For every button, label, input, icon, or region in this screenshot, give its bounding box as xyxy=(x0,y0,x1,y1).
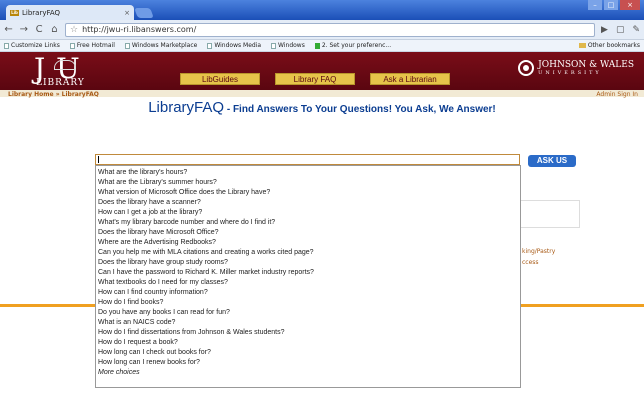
suggestion-item[interactable]: Does the library have group study rooms? xyxy=(97,258,520,268)
page-menu-icon[interactable]: ▢ xyxy=(616,25,625,35)
libanswers-favicon-icon: Lib xyxy=(10,9,19,16)
question-search-input[interactable] xyxy=(95,154,520,165)
browser-toolbar: ← → C ⌂ ☆ http://jwu-ri.libanswers.com/ … xyxy=(0,20,644,40)
jwu-university-logo[interactable]: JOHNSON & WALES UNIVERSITY xyxy=(518,60,634,76)
page-icon xyxy=(207,42,213,49)
suggestion-item[interactable]: Can I have the password to Richard K. Mi… xyxy=(97,268,520,278)
window-controls: – □ × xyxy=(588,0,640,10)
background-link[interactable]: king/Pastry xyxy=(522,248,555,255)
breadcrumb[interactable]: Library Home » LibraryFAQ xyxy=(8,91,99,98)
open-book-icon xyxy=(54,60,76,70)
suggestion-item[interactable]: How can I find country information? xyxy=(97,288,520,298)
page-icon xyxy=(4,42,9,49)
suggestion-item[interactable]: Does the library have Microsoft Office? xyxy=(97,228,520,238)
bookmark-item[interactable]: Windows Marketplace xyxy=(124,42,197,49)
address-bar[interactable]: ☆ http://jwu-ri.libanswers.com/ xyxy=(65,22,595,37)
university-seal-icon xyxy=(518,60,535,76)
bookmark-item[interactable]: Customize Links xyxy=(4,42,60,49)
bookmarks-bar: Customize Links Free Hotmail Windows Mar… xyxy=(0,40,644,52)
page-icon xyxy=(271,42,277,49)
suggestion-item[interactable]: How do I find dissertations from Johnson… xyxy=(97,328,520,338)
wrench-icon[interactable]: ✎ xyxy=(632,25,640,35)
more-choices-link[interactable]: More choices xyxy=(97,368,520,378)
suggestion-item[interactable]: Can you help me with MLA citations and c… xyxy=(97,248,520,258)
bookmark-item[interactable]: Windows Media xyxy=(207,42,261,49)
suggestion-item[interactable]: How do I find books? xyxy=(97,298,520,308)
browser-tab[interactable]: Lib LibraryFAQ × xyxy=(6,5,134,20)
suggestion-item[interactable]: Do you have any books I can read for fun… xyxy=(97,308,520,318)
folder-icon xyxy=(578,43,586,48)
suggestion-item[interactable]: What's my library barcode number and whe… xyxy=(97,218,520,228)
home-icon[interactable]: ⌂ xyxy=(50,24,59,35)
suggestion-item[interactable]: What are the library's hours? xyxy=(97,168,520,178)
suggestion-item[interactable]: Where are the Advertising Redbooks? xyxy=(97,238,520,248)
page-icon xyxy=(69,42,75,49)
bookmark-star-icon[interactable]: ☆ xyxy=(70,25,78,35)
reload-icon[interactable]: C xyxy=(35,24,44,35)
minimize-icon[interactable]: – xyxy=(588,0,602,10)
suggestion-item[interactable]: What textbooks do I need for my classes? xyxy=(97,278,520,288)
other-bookmarks[interactable]: Other bookmarks xyxy=(578,42,640,49)
forward-arrow-icon[interactable]: → xyxy=(19,24,28,35)
suggestion-item[interactable]: How do I request a book? xyxy=(97,338,520,348)
suggestion-item[interactable]: What version of Microsoft Office does th… xyxy=(97,188,520,198)
ask-us-button[interactable]: ASK US xyxy=(528,155,576,167)
bookmark-item[interactable]: Free Hotmail xyxy=(69,42,115,49)
suggestion-item[interactable]: What is an NAICS code? xyxy=(97,318,520,328)
suggestion-item[interactable]: What are the Library's summer hours? xyxy=(97,178,520,188)
site-header: J U LIBRARY LibGuides Library FAQ Ask a … xyxy=(0,52,644,90)
page-title-sub: - Find Answers To Your Questions! You As… xyxy=(224,104,496,115)
tab-title: LibraryFAQ xyxy=(22,8,61,17)
suggestion-item[interactable]: How long can I renew books for? xyxy=(97,358,520,368)
background-link[interactable]: ccess xyxy=(522,259,539,266)
nav-libguides[interactable]: LibGuides xyxy=(180,73,260,85)
address-url: http://jwu-ri.libanswers.com/ xyxy=(82,25,197,34)
autocomplete-dropdown: What are the library's hours? What are t… xyxy=(95,165,521,388)
play-icon[interactable]: ▶ xyxy=(601,25,608,35)
bookmark-item[interactable]: Windows xyxy=(271,42,305,49)
browser-tab-strip: Lib LibraryFAQ × – □ × xyxy=(0,0,644,20)
admin-sign-in-link[interactable]: Admin Sign In xyxy=(596,91,638,98)
windows-flag-icon xyxy=(314,42,320,49)
nav-library-faq[interactable]: Library FAQ xyxy=(275,73,355,85)
background-panel xyxy=(520,200,580,228)
suggestion-item[interactable]: How can I get a job at the library? xyxy=(97,208,520,218)
text-caret xyxy=(98,156,99,163)
nav-ask-a-librarian[interactable]: Ask a Librarian xyxy=(370,73,450,85)
new-tab-button[interactable] xyxy=(134,8,154,18)
close-tab-icon[interactable]: × xyxy=(124,9,130,17)
back-arrow-icon[interactable]: ← xyxy=(4,24,13,35)
suggestion-item[interactable]: How long can I check out books for? xyxy=(97,348,520,358)
page-title-main: LibraryFAQ xyxy=(148,99,225,116)
page-icon xyxy=(124,42,130,49)
bookmark-item[interactable]: 2. Set your preferenc... xyxy=(314,42,391,49)
page-title: LibraryFAQ - Find Answers To Your Questi… xyxy=(0,99,644,116)
suggestion-item[interactable]: Does the library have a scanner? xyxy=(97,198,520,208)
maximize-icon[interactable]: □ xyxy=(604,0,618,10)
jwu-library-logo[interactable]: J U LIBRARY xyxy=(34,54,84,89)
close-window-icon[interactable]: × xyxy=(620,0,640,10)
